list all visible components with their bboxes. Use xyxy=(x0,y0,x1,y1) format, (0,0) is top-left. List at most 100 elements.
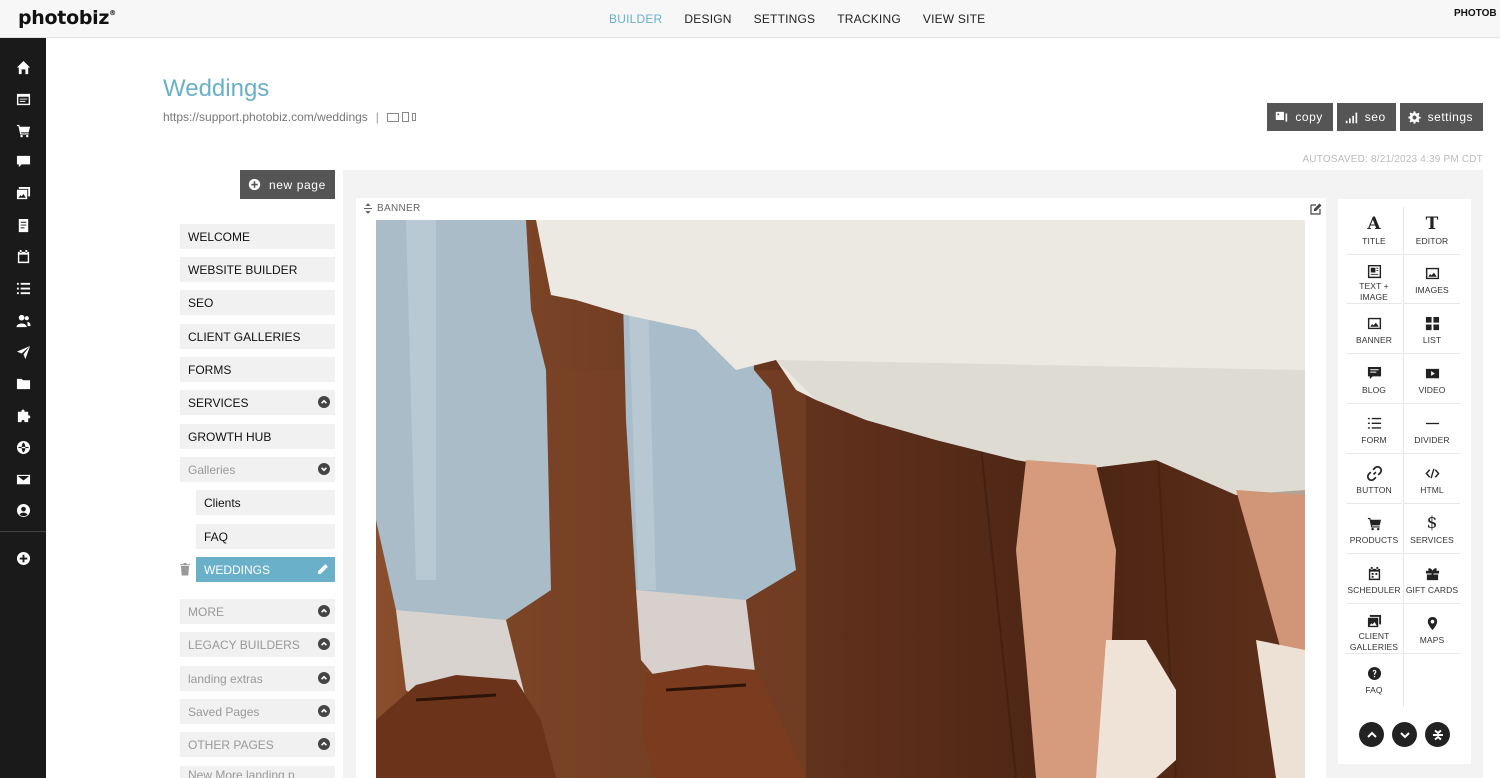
widget-faq[interactable]: FAQ xyxy=(1346,656,1402,704)
copy-icon xyxy=(1276,111,1288,122)
chevron-down-icon[interactable] xyxy=(318,463,330,475)
logo[interactable]: photobiz® xyxy=(18,7,116,29)
trash-icon[interactable] xyxy=(180,563,190,576)
widget-video[interactable]: VIDEO xyxy=(1404,356,1460,404)
widget-products[interactable]: PRODUCTS xyxy=(1346,506,1402,554)
page-item-forms[interactable]: FORMS xyxy=(180,357,335,382)
widget-maps[interactable]: MAPS xyxy=(1404,606,1460,654)
account-icon[interactable] xyxy=(14,501,32,519)
cart-icon xyxy=(1367,513,1382,533)
widget-editor[interactable]: T EDITOR xyxy=(1404,207,1460,255)
widget-images[interactable]: IMAGES xyxy=(1404,256,1460,304)
collapse-button[interactable] xyxy=(1425,722,1450,747)
widget-title[interactable]: A TITLE xyxy=(1346,207,1402,255)
send-icon[interactable] xyxy=(14,343,32,361)
nav-builder[interactable]: BUILDER xyxy=(609,12,662,26)
settings-button[interactable]: settings xyxy=(1399,103,1483,131)
page-item-legacy-builders[interactable]: LEGACY BUILDERS xyxy=(180,632,335,657)
page-item-website-builder[interactable]: WEBSITE BUILDER xyxy=(180,257,335,282)
puzzle-icon[interactable] xyxy=(14,406,32,424)
move-up-button[interactable] xyxy=(1359,722,1384,747)
users-icon[interactable] xyxy=(14,311,32,329)
page-item-more[interactable]: MORE xyxy=(180,599,335,624)
banner-image[interactable] xyxy=(376,220,1305,778)
autosave-status: AUTOSAVED: 8/21/2023 4:39 PM CDT xyxy=(1302,154,1483,165)
document-icon[interactable] xyxy=(14,216,32,234)
page-item-welcome[interactable]: WELCOME xyxy=(180,224,335,249)
calendar-icon xyxy=(1367,563,1382,583)
page-url[interactable]: https://support.photobiz.com/weddings xyxy=(163,110,368,124)
gallery-icon[interactable] xyxy=(14,184,32,202)
widget-divider[interactable]: DIVIDER xyxy=(1404,406,1460,454)
nav-view-site[interactable]: VIEW SITE xyxy=(923,12,985,26)
blog-icon xyxy=(1367,363,1382,383)
chevron-up-icon[interactable] xyxy=(318,738,330,750)
widget-form[interactable]: FORM xyxy=(1346,406,1402,454)
widgets-panel: A TITLE T EDITOR TEXT + IMAGE IMAGES BANNE… xyxy=(1338,199,1471,764)
seo-button[interactable]: seo xyxy=(1336,103,1396,131)
question-icon xyxy=(1367,663,1382,683)
page-item-saved-pages[interactable]: Saved Pages xyxy=(180,699,335,724)
page-item-services[interactable]: SERVICES xyxy=(180,390,335,415)
widget-button[interactable]: BUTTON xyxy=(1346,456,1402,504)
new-page-button[interactable]: new page xyxy=(240,170,335,199)
add-circle-icon[interactable] xyxy=(14,549,32,567)
browser-window-icon[interactable] xyxy=(14,90,32,108)
widget-gift-cards[interactable]: GIFT CARDS xyxy=(1404,556,1460,604)
page-item-other-pages[interactable]: OTHER PAGES xyxy=(180,732,335,757)
grid-icon xyxy=(1425,313,1440,333)
page-item-faq[interactable]: FAQ xyxy=(196,524,335,549)
video-icon xyxy=(1425,363,1440,383)
tablet-icon[interactable] xyxy=(401,112,409,122)
widget-scheduler[interactable]: SCHEDULER xyxy=(1346,556,1402,604)
move-down-button[interactable] xyxy=(1392,722,1417,747)
page-item-new-more-landing[interactable]: New More landing p xyxy=(180,766,335,778)
drag-handle-icon[interactable] xyxy=(364,203,372,214)
main-nav: BUILDER DESIGN SETTINGS TRACKING VIEW SI… xyxy=(598,0,996,38)
banner-block-label[interactable]: BANNER xyxy=(364,203,420,214)
nav-design[interactable]: DESIGN xyxy=(684,12,731,26)
cart-icon[interactable] xyxy=(14,121,32,139)
page-item-weddings[interactable]: WEDDINGS xyxy=(196,557,335,582)
pencil-icon[interactable] xyxy=(317,563,329,575)
title-icon: A xyxy=(1367,214,1381,234)
link-icon xyxy=(1366,463,1382,483)
nav-settings[interactable]: SETTINGS xyxy=(754,12,816,26)
calendar-icon[interactable] xyxy=(14,247,32,265)
left-rail xyxy=(0,38,46,778)
page-item-seo[interactable]: SEO xyxy=(180,290,335,315)
account-menu[interactable]: PHOTOB xyxy=(1454,8,1500,19)
page-item-client-galleries[interactable]: CLIENT GALLERIES xyxy=(180,324,335,349)
page-item-growth-hub[interactable]: GROWTH HUB xyxy=(180,424,335,449)
page-item-galleries[interactable]: Galleries xyxy=(180,457,335,482)
widget-html[interactable]: HTML xyxy=(1404,456,1460,504)
list-icon[interactable] xyxy=(14,279,32,297)
desktop-icon[interactable] xyxy=(386,112,399,122)
chat-icon[interactable] xyxy=(14,152,32,170)
divider-icon xyxy=(1425,413,1440,433)
copy-button[interactable]: copy xyxy=(1267,103,1333,131)
chevron-up-icon[interactable] xyxy=(318,638,330,650)
chevron-up-icon[interactable] xyxy=(318,605,330,617)
widget-text-image[interactable]: TEXT + IMAGE xyxy=(1346,256,1402,304)
globe-icon[interactable] xyxy=(14,438,32,456)
chevron-up-icon[interactable] xyxy=(318,396,330,408)
widget-list[interactable]: LIST xyxy=(1404,306,1460,354)
editor-icon: T xyxy=(1425,214,1439,234)
chevron-up-icon[interactable] xyxy=(318,705,330,717)
widget-banner[interactable]: BANNER xyxy=(1346,306,1402,354)
widget-services[interactable]: $ SERVICES xyxy=(1404,506,1460,554)
widget-client-galleries[interactable]: CLIENT GALLERIES xyxy=(1346,606,1402,654)
gear-icon xyxy=(1408,110,1421,124)
text-image-icon xyxy=(1367,263,1382,279)
edit-icon[interactable] xyxy=(1310,203,1322,215)
folder-icon[interactable] xyxy=(14,374,32,392)
widget-blog[interactable]: BLOG xyxy=(1346,356,1402,404)
mail-icon[interactable] xyxy=(14,470,32,488)
page-item-clients[interactable]: Clients xyxy=(196,490,335,515)
page-item-landing-extras[interactable]: landing extras xyxy=(180,666,335,691)
nav-tracking[interactable]: TRACKING xyxy=(837,12,901,26)
phone-icon[interactable] xyxy=(411,113,416,121)
home-icon[interactable] xyxy=(14,58,32,76)
chevron-up-icon[interactable] xyxy=(318,672,330,684)
